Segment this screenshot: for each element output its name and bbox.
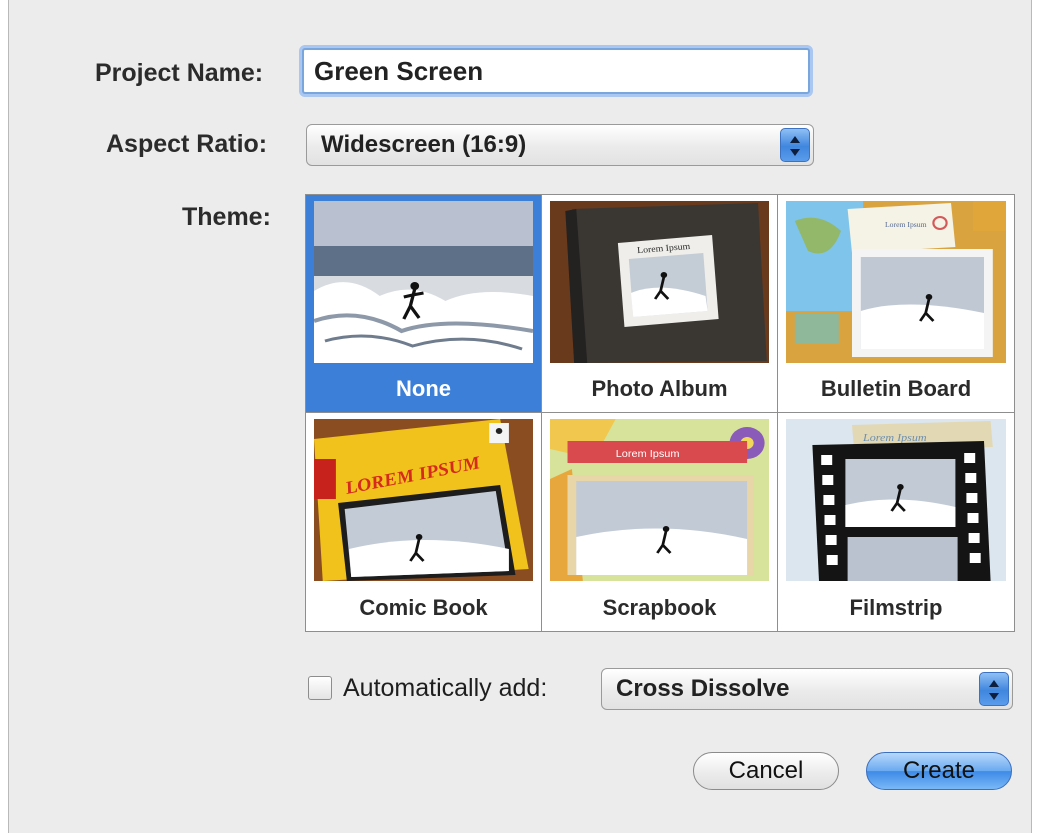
theme-photo-album[interactable]: Lorem Ipsum Photo Album: [542, 195, 778, 413]
create-button[interactable]: Create: [866, 752, 1012, 790]
transition-popup[interactable]: Cross Dissolve: [601, 668, 1013, 710]
theme-bulletin-board-label: Bulletin Board: [820, 376, 972, 401]
filmstrip-title: Lorem Ipsum: [862, 431, 927, 443]
auto-add-label: Automatically add:: [343, 674, 548, 702]
theme-filmstrip[interactable]: Lorem Ipsum Filmstrip: [778, 413, 1014, 631]
theme-filmstrip-label: Filmstrip: [849, 595, 943, 620]
theme-scrapbook-thumbnail: Lorem Ipsum: [550, 419, 769, 581]
transition-value: Cross Dissolve: [616, 675, 790, 702]
aspect-ratio-value: Widescreen (16:9): [321, 131, 527, 158]
theme-comic-book-thumbnail: LOREM IPSUM: [314, 419, 533, 581]
theme-grid: None Lorem Ipsum Photo Album Lorem Ipsum…: [305, 194, 1015, 632]
theme-scrapbook[interactable]: Lorem Ipsum Scrapbook: [542, 413, 778, 631]
aspect-ratio-popup[interactable]: Widescreen (16:9): [306, 124, 814, 166]
theme-photo-album-label: Photo Album: [591, 376, 728, 401]
theme-bulletin-board-thumbnail: Lorem Ipsum: [786, 201, 1006, 363]
theme-comic-book-label: Comic Book: [359, 595, 488, 620]
aspect-ratio-label: Aspect Ratio:: [106, 130, 268, 158]
theme-photo-album-thumbnail: Lorem Ipsum: [550, 201, 769, 363]
project-name-input[interactable]: [302, 48, 810, 94]
new-project-dialog: Project Name: Aspect Ratio: Widescreen (…: [8, 0, 1032, 833]
theme-none[interactable]: None: [306, 195, 542, 413]
bulletin-title: Lorem Ipsum: [885, 220, 927, 229]
theme-none-thumbnail: [314, 201, 533, 363]
theme-bulletin-board[interactable]: Lorem Ipsum Bulletin Board: [778, 195, 1014, 413]
popup-arrows-icon: [780, 128, 810, 162]
theme-label: Theme:: [182, 203, 271, 231]
scrapbook-title: Lorem Ipsum: [616, 449, 680, 459]
theme-comic-book[interactable]: LOREM IPSUM Comic Book: [306, 413, 542, 631]
theme-filmstrip-thumbnail: Lorem Ipsum: [786, 419, 1006, 581]
auto-add-checkbox[interactable]: [308, 676, 332, 700]
popup-arrows-icon: [979, 672, 1009, 706]
theme-scrapbook-label: Scrapbook: [602, 595, 717, 620]
project-name-label: Project Name:: [95, 59, 264, 87]
cancel-button[interactable]: Cancel: [693, 752, 839, 790]
theme-none-label: None: [396, 376, 451, 401]
